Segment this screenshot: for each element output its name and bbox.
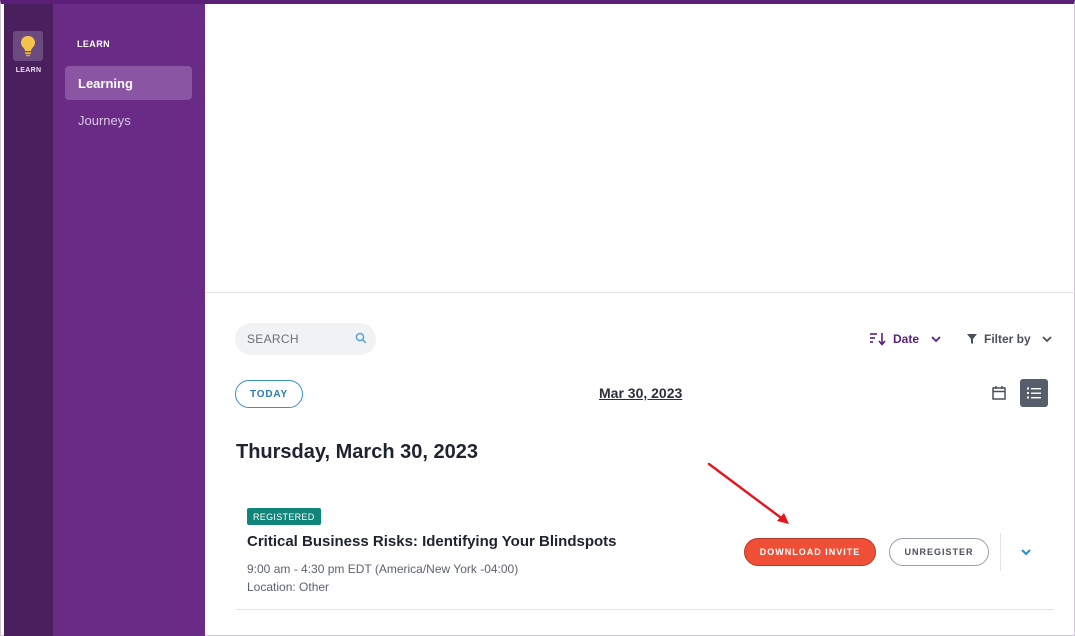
filter-label: Filter by (984, 332, 1031, 346)
expand-chevron-icon[interactable] (1017, 544, 1035, 560)
search-icon[interactable] (354, 331, 368, 345)
download-invite-button[interactable]: DOWNLOAD INVITE (744, 538, 876, 566)
current-date-link[interactable]: Mar 30, 2023 (599, 385, 682, 401)
app-rail: LEARN (4, 4, 53, 636)
event-location: Location: Other (247, 580, 330, 594)
sort-label: Date (893, 332, 920, 346)
status-badge: REGISTERED (247, 508, 321, 525)
unregister-button[interactable]: UNREGISTER (889, 538, 989, 566)
nav-heading: LEARN (77, 39, 110, 49)
sort-by-date-button[interactable]: Date (869, 330, 943, 348)
row-separator (236, 609, 1054, 610)
nav-item-journeys[interactable]: Journeys (65, 103, 192, 137)
nav-item-learning[interactable]: Learning (65, 66, 192, 100)
filter-by-button[interactable]: Filter by (966, 330, 1054, 348)
calendar-view-icon[interactable] (990, 384, 1008, 402)
chevron-down-icon (931, 336, 941, 343)
section-divider (205, 292, 1075, 293)
today-button[interactable]: TODAY (235, 380, 303, 408)
learn-nav: LEARN Learning Journeys (53, 4, 205, 636)
list-view-button[interactable] (1020, 379, 1048, 407)
learn-app-button[interactable] (13, 31, 43, 61)
learn-app-label: LEARN (15, 67, 42, 74)
day-heading: Thursday, March 30, 2023 (236, 441, 478, 463)
lightbulb-icon (21, 36, 35, 57)
filter-icon (967, 334, 977, 344)
row-action-divider (1000, 533, 1001, 571)
event-time: 9:00 am - 4:30 pm EDT (America/New York … (247, 562, 519, 576)
search-input[interactable] (247, 332, 347, 346)
event-title[interactable]: Critical Business Risks: Identifying You… (247, 533, 617, 550)
sort-icon (870, 333, 886, 346)
list-icon (1027, 387, 1041, 399)
chevron-down-icon (1042, 336, 1052, 343)
search-box[interactable] (235, 323, 376, 355)
